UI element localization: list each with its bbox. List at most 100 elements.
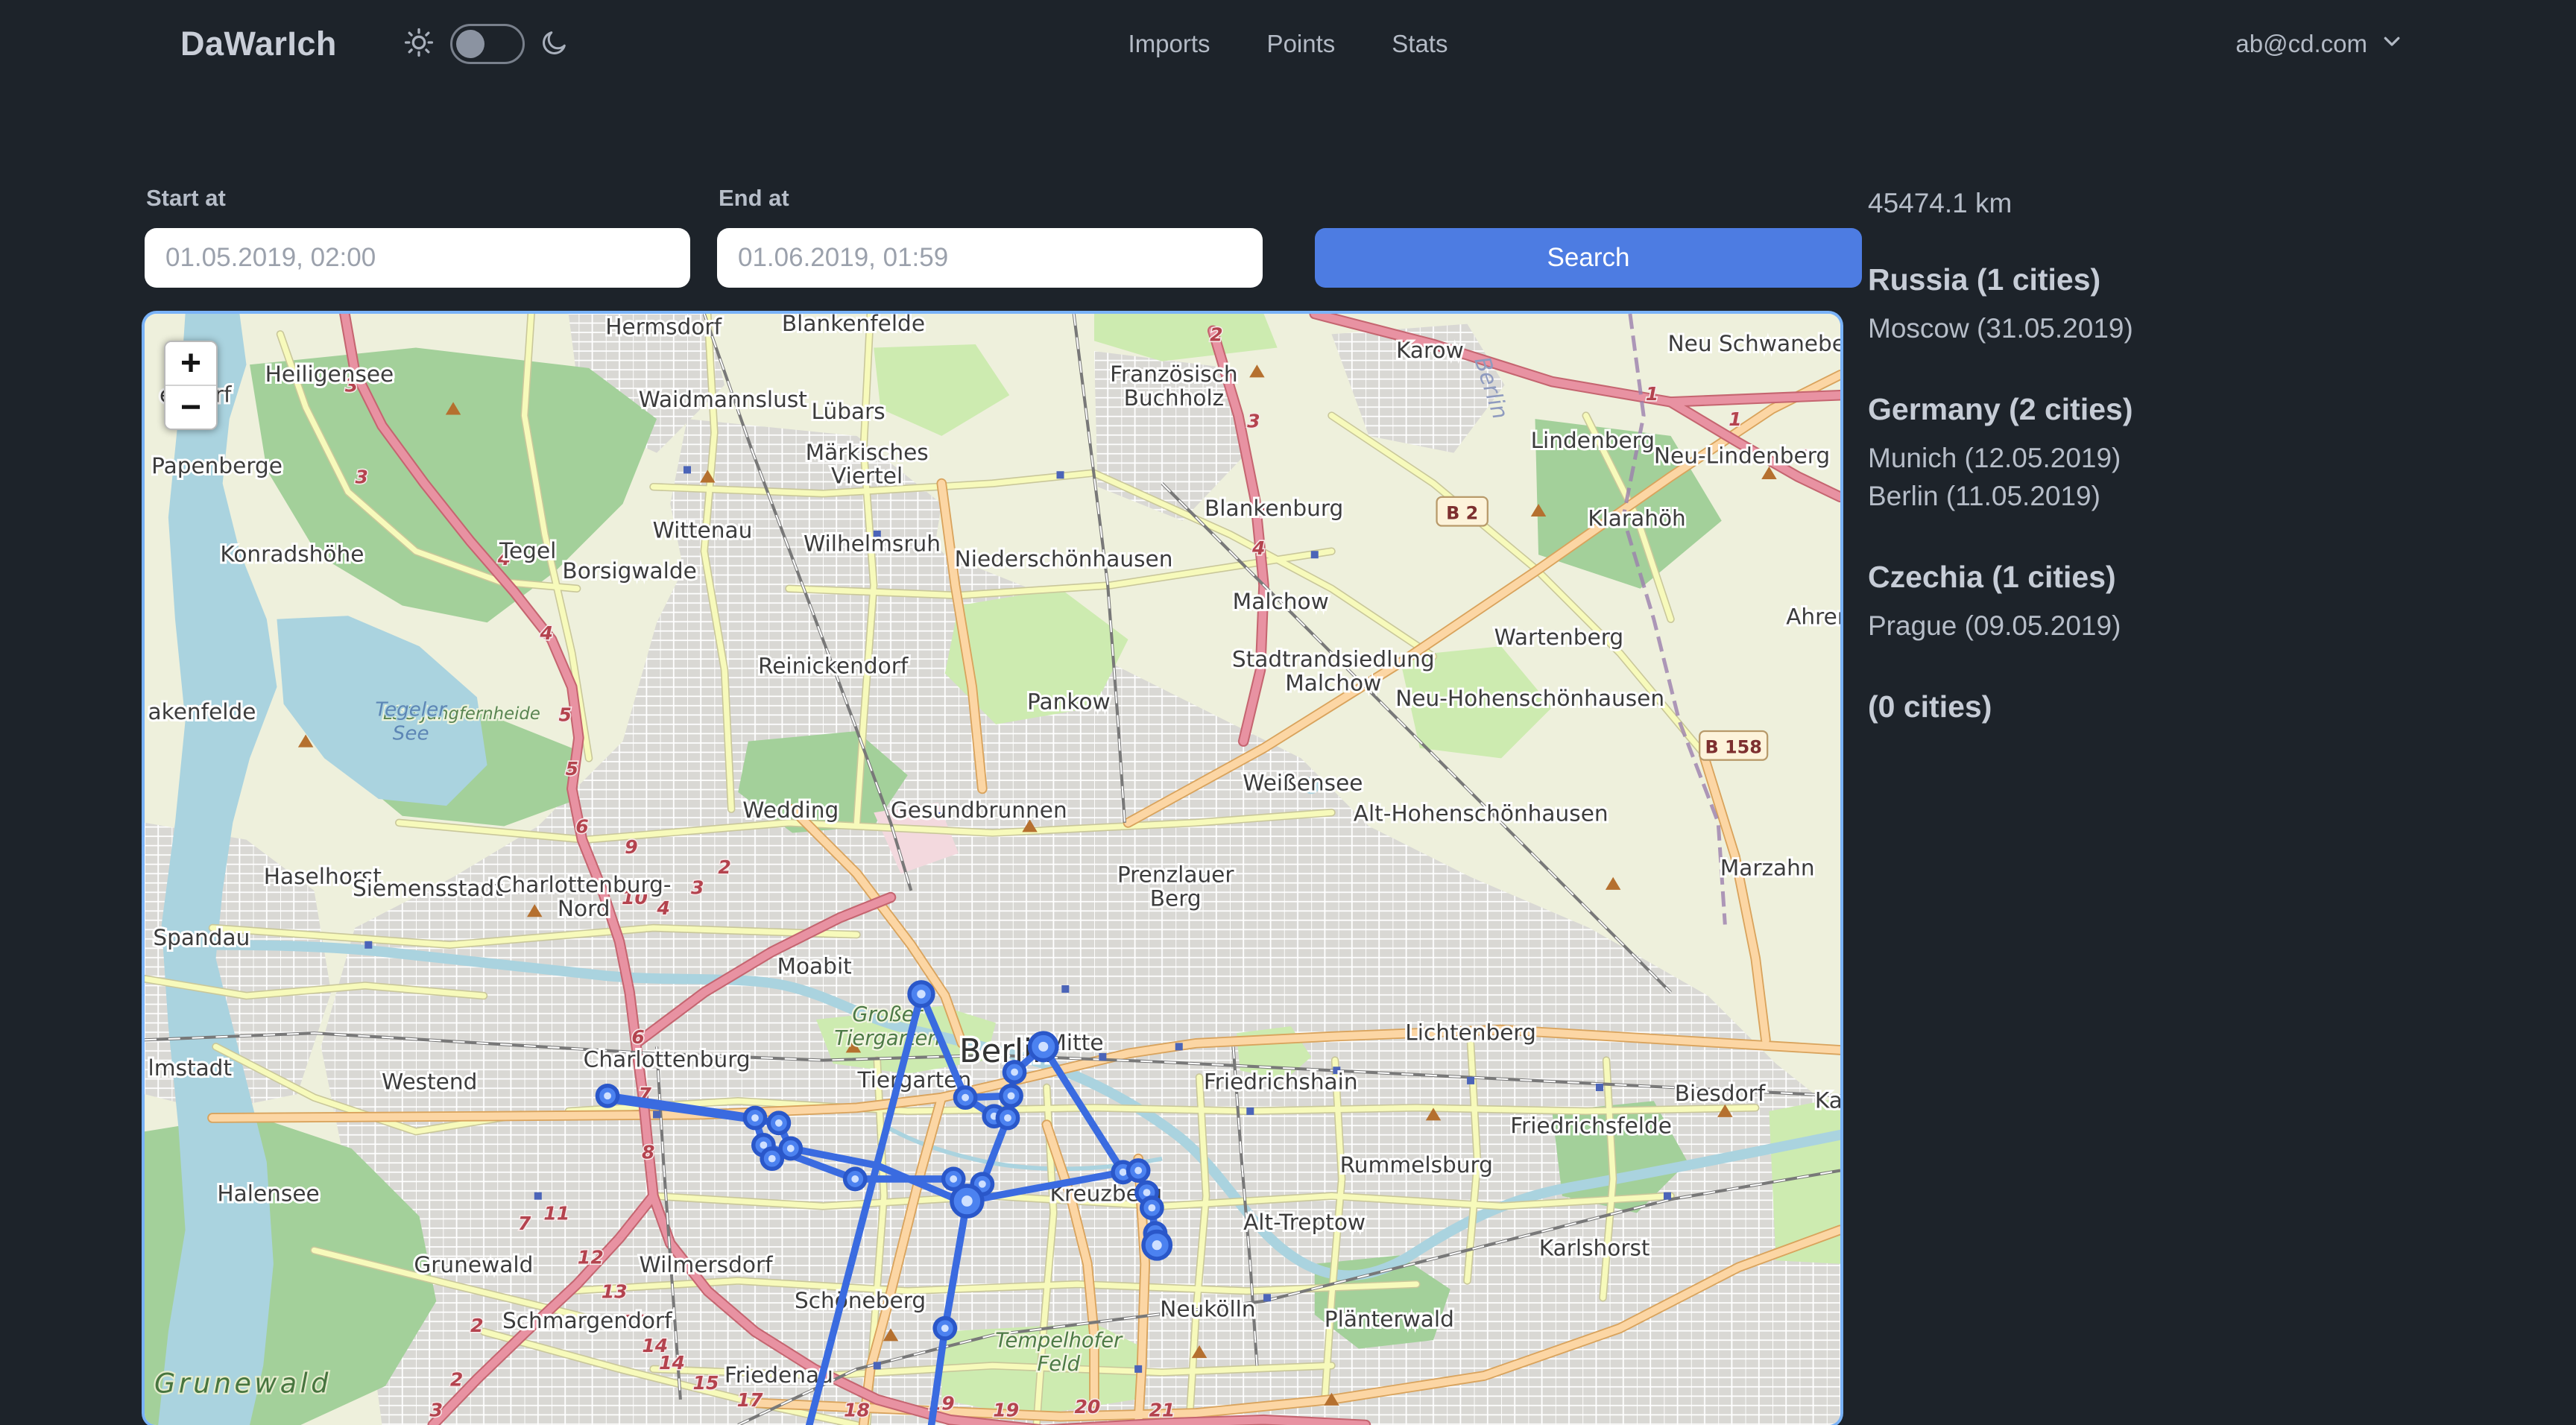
svg-text:6: 6 bbox=[575, 816, 588, 838]
map-container[interactable]: B 2B 15833445569102346787111213131414151… bbox=[145, 314, 1840, 1425]
theme-toggle[interactable] bbox=[450, 24, 525, 64]
country-heading: Czechia (1 cities) bbox=[1868, 560, 2554, 595]
svg-text:Karlshorst: Karlshorst bbox=[1539, 1235, 1650, 1260]
nav-item-stats[interactable]: Stats bbox=[1392, 30, 1448, 58]
svg-text:Neu Schwanebeck: Neu Schwanebeck bbox=[1668, 331, 1840, 356]
svg-text:15: 15 bbox=[693, 1372, 719, 1394]
svg-text:1: 1 bbox=[1646, 383, 1658, 405]
track-marker[interactable] bbox=[935, 1318, 955, 1339]
track-marker[interactable] bbox=[1128, 1160, 1149, 1181]
track-marker[interactable] bbox=[597, 1086, 617, 1106]
svg-text:12: 12 bbox=[578, 1247, 604, 1268]
svg-text:Wittenau: Wittenau bbox=[653, 517, 753, 543]
nav-item-points[interactable]: Points bbox=[1267, 30, 1336, 58]
track-marker[interactable] bbox=[745, 1108, 765, 1128]
end-at-input[interactable] bbox=[717, 228, 1263, 288]
navbar: DaWarIch Imports Points Stats ab@cd.com bbox=[0, 0, 2576, 88]
country-heading: Russia (1 cities) bbox=[1868, 262, 2554, 297]
svg-text:Neu-Lindenberg: Neu-Lindenberg bbox=[1654, 443, 1830, 468]
date-filter-bar: Start at End at Search bbox=[145, 185, 1862, 288]
country-group: (0 cities) bbox=[1868, 689, 2554, 724]
svg-text:Malchow: Malchow bbox=[1233, 589, 1329, 614]
stats-sidebar: 45474.1 km Russia (1 cities) Moscow (31.0… bbox=[1868, 188, 2554, 769]
track-marker[interactable] bbox=[909, 982, 933, 1006]
svg-text:Reinickendorf: Reinickendorf bbox=[758, 654, 909, 679]
track-marker[interactable] bbox=[762, 1148, 782, 1169]
track-marker[interactable] bbox=[955, 1087, 975, 1108]
track-marker[interactable] bbox=[1030, 1033, 1057, 1060]
track-marker[interactable] bbox=[997, 1108, 1017, 1128]
track-marker[interactable] bbox=[1004, 1062, 1024, 1082]
svg-text:2: 2 bbox=[450, 1369, 463, 1391]
zoom-out-button[interactable]: − bbox=[165, 386, 216, 429]
svg-text:Weißensee: Weißensee bbox=[1243, 771, 1363, 796]
country-group: Czechia (1 cities) Prague (09.05.2019) bbox=[1868, 560, 2554, 645]
user-email: ab@cd.com bbox=[2235, 30, 2367, 58]
svg-text:Ahrensfe: Ahrensfe bbox=[1786, 604, 1840, 630]
end-at-field: End at bbox=[717, 185, 1263, 288]
nav-item-imports[interactable]: Imports bbox=[1128, 30, 1210, 58]
svg-text:17: 17 bbox=[737, 1389, 763, 1411]
svg-text:4: 4 bbox=[539, 622, 552, 644]
svg-text:Grunewald: Grunewald bbox=[414, 1252, 533, 1277]
svg-text:Halensee: Halensee bbox=[217, 1181, 319, 1207]
svg-text:Gesundbrunnen: Gesundbrunnen bbox=[891, 797, 1067, 823]
start-at-input[interactable] bbox=[145, 228, 690, 288]
city-entry: Prague (09.05.2019) bbox=[1868, 607, 2554, 645]
svg-text:Neu-Hohenschönhausen: Neu-Hohenschönhausen bbox=[1395, 686, 1664, 711]
city-entry: Moscow (31.05.2019) bbox=[1868, 309, 2554, 347]
svg-text:Kaul: Kaul bbox=[1815, 1087, 1840, 1113]
svg-text:Karow: Karow bbox=[1396, 338, 1464, 363]
svg-text:Niederschönhausen: Niederschönhausen bbox=[955, 546, 1173, 572]
svg-text:Schöneberg: Schöneberg bbox=[795, 1288, 926, 1313]
country-group: Russia (1 cities) Moscow (31.05.2019) bbox=[1868, 262, 2554, 347]
zoom-in-button[interactable]: + bbox=[165, 342, 216, 385]
user-menu[interactable]: ab@cd.com bbox=[2235, 30, 2403, 58]
svg-text:4: 4 bbox=[1251, 537, 1265, 559]
svg-text:B 158: B 158 bbox=[1705, 737, 1762, 758]
theme-switcher bbox=[402, 24, 569, 64]
app-logo[interactable]: DaWarIch bbox=[180, 25, 337, 63]
svg-text:20: 20 bbox=[1074, 1396, 1100, 1418]
svg-text:Biesdorf: Biesdorf bbox=[1675, 1081, 1766, 1106]
svg-text:2: 2 bbox=[718, 856, 730, 878]
track-marker[interactable] bbox=[1142, 1198, 1162, 1218]
svg-text:lmstadt: lmstadt bbox=[148, 1055, 233, 1081]
main-nav: Imports Points Stats bbox=[1128, 30, 1448, 58]
theme-toggle-knob bbox=[456, 30, 484, 58]
total-distance: 45474.1 km bbox=[1868, 188, 2554, 219]
svg-text:3: 3 bbox=[1247, 411, 1260, 432]
country-groups: Russia (1 cities)Moscow (31.05.2019)Germ… bbox=[1868, 262, 2554, 724]
svg-text:Borsigwalde: Borsigwalde bbox=[562, 558, 696, 584]
svg-text:Wilmersdorf: Wilmersdorf bbox=[640, 1252, 774, 1277]
svg-text:9: 9 bbox=[625, 836, 637, 858]
svg-text:Hermsdorf: Hermsdorf bbox=[605, 314, 722, 339]
map-canvas[interactable]: B 2B 15833445569102346787111213131414151… bbox=[145, 314, 1840, 1425]
track-marker[interactable] bbox=[952, 1186, 982, 1216]
city-entry: Munich (12.05.2019) bbox=[1868, 439, 2554, 477]
chevron-down-icon bbox=[2381, 30, 2403, 58]
track-marker[interactable] bbox=[768, 1113, 789, 1133]
svg-text:8: 8 bbox=[642, 1142, 654, 1163]
svg-text:Marzahn: Marzahn bbox=[1720, 855, 1815, 880]
svg-text:Wedding: Wedding bbox=[742, 797, 839, 823]
svg-text:Wilhelmsruh: Wilhelmsruh bbox=[804, 531, 941, 557]
track-marker[interactable] bbox=[1001, 1086, 1021, 1106]
moon-icon bbox=[540, 28, 569, 61]
svg-text:Grunewald: Grunewald bbox=[154, 1368, 332, 1400]
map-zoom-control: + − bbox=[164, 341, 218, 430]
svg-text:Charlottenburg: Charlottenburg bbox=[584, 1047, 751, 1072]
track-marker[interactable] bbox=[845, 1169, 865, 1189]
svg-text:FranzösischBuchholz: FranzösischBuchholz bbox=[1110, 361, 1238, 411]
svg-text:Rummelsburg: Rummelsburg bbox=[1340, 1152, 1493, 1178]
sun-icon bbox=[402, 26, 435, 63]
svg-text:Papenberge: Papenberge bbox=[151, 453, 282, 478]
svg-text:13: 13 bbox=[602, 1280, 628, 1302]
search-button[interactable]: Search bbox=[1315, 228, 1862, 288]
svg-text:5: 5 bbox=[566, 758, 578, 780]
svg-text:Alt-Hohenschönhausen: Alt-Hohenschönhausen bbox=[1354, 801, 1609, 827]
svg-text:5: 5 bbox=[558, 704, 571, 725]
svg-text:6: 6 bbox=[631, 1026, 644, 1048]
track-marker[interactable] bbox=[1143, 1231, 1170, 1258]
svg-text:Pankow: Pankow bbox=[1027, 689, 1111, 714]
